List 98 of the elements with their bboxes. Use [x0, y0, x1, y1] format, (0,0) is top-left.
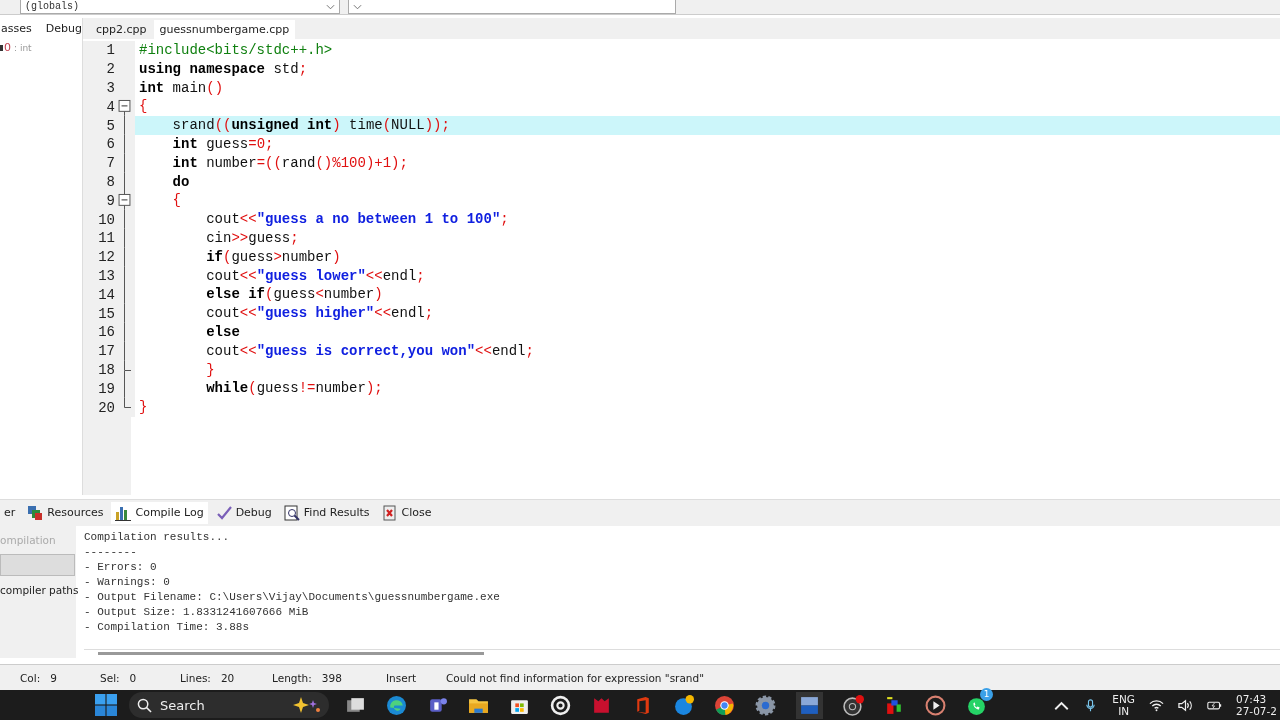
line-number: 2 — [106, 60, 115, 79]
log-tab[interactable]: er — [0, 503, 20, 523]
option-label: ompilation — [0, 533, 57, 546]
clock-time[interactable]: 07:43 — [1236, 693, 1267, 706]
line-number: 1 — [106, 41, 115, 60]
variable-value: 0 — [4, 41, 11, 54]
language-indicator[interactable]: ENG — [1112, 693, 1135, 706]
code-line: } — [138, 398, 149, 417]
scope-dropdown[interactable]: (globals) — [20, 0, 340, 14]
clock-date[interactable]: 27-07-2 — [1236, 705, 1277, 718]
line-number: 11 — [98, 229, 115, 248]
status-label: Sel: — [100, 671, 120, 684]
play-icon[interactable] — [925, 694, 946, 716]
code-line: cout<<"guess a no between 1 to 100"; — [205, 210, 510, 229]
log-line: -------- — [84, 544, 138, 560]
option-label: compiler paths — [0, 583, 76, 596]
code-line: } — [205, 360, 216, 380]
line-number: 5 — [106, 116, 115, 135]
line-number: 12 — [98, 248, 115, 267]
log-tab[interactable]: Find Results — [279, 501, 374, 524]
code-line: else if(guess<number) — [205, 285, 384, 305]
line-number: 9 — [106, 191, 115, 210]
status-value: Insert — [386, 671, 417, 684]
code-line: cout<<"guess higher"<<endl; — [205, 304, 435, 323]
code-line: cout<<"guess is correct,you won"<<endl; — [205, 341, 535, 361]
code-line: while(guess!=number); — [205, 379, 384, 399]
line-number: 15 — [98, 304, 115, 323]
code-line: do — [171, 172, 191, 192]
variable-icon — [0, 44, 3, 51]
code-line: { — [171, 191, 182, 211]
panel-tab[interactable]: asses — [0, 20, 35, 37]
status-value: 398 — [321, 671, 342, 684]
code-line: if(guess>number) — [205, 247, 342, 267]
line-number: 3 — [106, 79, 115, 97]
line-number: 10 — [98, 210, 115, 229]
volume-icon[interactable] — [1178, 698, 1193, 712]
ide-icon[interactable] — [796, 691, 823, 719]
code-line: int number=((rand()%100)+1); — [171, 153, 409, 173]
scrollbar-thumb[interactable] — [98, 652, 484, 656]
log-tab[interactable]: Resources — [23, 501, 108, 524]
bar-chart-icon — [115, 504, 132, 521]
status-label: Lines: — [180, 671, 211, 684]
fold-end-mark — [124, 360, 131, 371]
line-number: 13 — [98, 266, 115, 285]
search-icon — [137, 697, 152, 713]
region-indicator[interactable]: IN — [1118, 705, 1130, 718]
fold-end-mark — [124, 398, 131, 409]
status-value: Could not find information for expression "srand" — [446, 671, 705, 684]
line-number: 4 — [106, 97, 115, 116]
log-line: - Output Filename: C:\Users\Vijay\Documents\guessnumbergame.exe — [84, 589, 501, 605]
collapse-icon[interactable] — [118, 97, 131, 117]
variable-type: : int — [14, 42, 32, 53]
panel-tab[interactable]: Debug — [42, 20, 85, 37]
taskbar-search-field[interactable]: Search — [129, 692, 329, 719]
status-value: 0 — [129, 671, 137, 684]
checkmark-icon — [215, 504, 232, 521]
browser-icon[interactable] — [386, 694, 407, 716]
line-number: 19 — [98, 379, 115, 398]
status-value: 9 — [50, 671, 57, 684]
code-line: cin>>guess; — [205, 228, 300, 248]
log-tab[interactable]: Compile Log — [111, 501, 208, 524]
log-line: - Errors: 0 — [84, 559, 158, 575]
collapse-icon[interactable] — [118, 191, 131, 211]
line-number: 8 — [106, 172, 115, 191]
recorder-icon[interactable] — [843, 694, 864, 716]
windows-start-icon[interactable] — [95, 694, 117, 717]
file-tab[interactable]: guessnumbergame.cpp — [153, 20, 296, 39]
code-line: int main() — [138, 78, 225, 98]
code-line: { — [138, 97, 149, 117]
log-line: - Warnings: 0 — [84, 574, 171, 590]
status-label: Length: — [272, 671, 312, 684]
line-number: 7 — [106, 154, 115, 173]
line-number: 6 — [106, 135, 115, 154]
wifi-icon[interactable] — [1149, 698, 1164, 712]
file-tab[interactable]: cpp2.cpp — [91, 21, 152, 39]
code-line: cout<<"guess lower"<<endl; — [205, 266, 426, 286]
chevron-icon — [353, 3, 362, 10]
log-line: - Output Size: 1.8331241607666 MiB — [84, 604, 310, 620]
resources-icon — [27, 504, 44, 521]
code-line: else — [205, 322, 241, 342]
code-line: using namespace std; — [138, 59, 309, 79]
log-line: - Compilation Time: 3.88s — [84, 619, 251, 635]
status-label: Col: — [20, 671, 41, 684]
search-icon — [283, 504, 300, 521]
status-value: 20 — [220, 671, 235, 684]
log-line: Compilation results... — [84, 529, 231, 545]
log-tab[interactable]: Close — [377, 501, 436, 524]
line-number: 17 — [98, 342, 115, 361]
close-icon — [381, 504, 398, 521]
code-line: int guess=0; — [171, 135, 275, 154]
line-number: 14 — [98, 285, 115, 304]
log-tab[interactable]: Debug — [211, 501, 276, 524]
line-number: 20 — [98, 398, 115, 417]
line-number: 18 — [98, 360, 115, 379]
line-number: 16 — [98, 323, 115, 342]
code-line: #include<bits/stdc++.h> — [138, 41, 334, 60]
settings-icon[interactable] — [755, 694, 776, 716]
chevron-icon — [326, 3, 335, 10]
